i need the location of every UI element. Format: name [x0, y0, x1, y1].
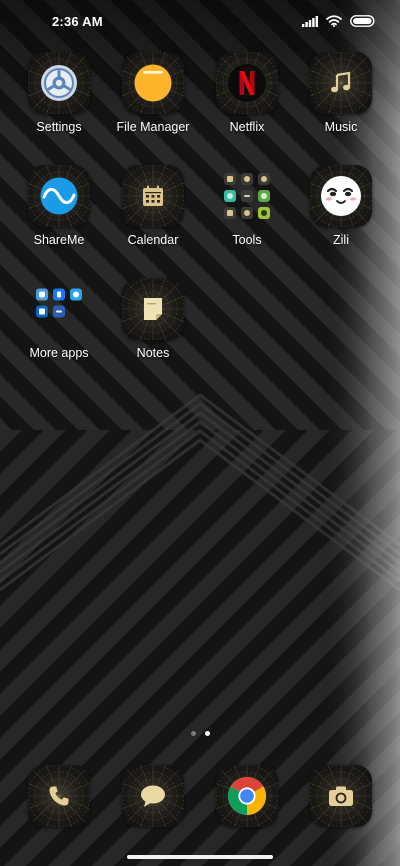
- app-tile: [122, 278, 184, 340]
- mini-app-icon: [241, 207, 253, 219]
- folder-more-apps[interactable]: More apps: [12, 278, 106, 391]
- mini-app-icon: [53, 288, 65, 301]
- app-music[interactable]: Music: [294, 52, 388, 165]
- dock-messages[interactable]: [106, 765, 200, 827]
- folder-preview-grid: [36, 288, 82, 318]
- mini-app-icon: [36, 288, 48, 301]
- folder-preview-grid: [224, 173, 270, 219]
- app-tile: [310, 165, 372, 227]
- phone-icon: [48, 785, 70, 807]
- dock-camera[interactable]: [294, 765, 388, 827]
- shareme-icon: [39, 176, 79, 216]
- settings-icon: [39, 63, 79, 103]
- app-label: Zili: [333, 233, 349, 247]
- signal-icon: [302, 15, 318, 27]
- app-tile: [122, 52, 184, 114]
- mini-app-icon: [53, 305, 65, 318]
- calendar-icon: [142, 185, 164, 207]
- battery-icon: [350, 15, 376, 27]
- folder-tile: [28, 278, 90, 340]
- status-time: 2:36 AM: [52, 14, 103, 29]
- app-tile: [310, 765, 372, 827]
- app-tile: [216, 765, 278, 827]
- message-bubble-icon: [140, 784, 166, 808]
- app-grid: Settings File Manager Netflix Music Shar…: [12, 52, 388, 391]
- folder-tools[interactable]: Tools: [200, 165, 294, 278]
- app-label: Calendar: [127, 233, 179, 247]
- app-tile: [28, 165, 90, 227]
- app-netflix[interactable]: Netflix: [200, 52, 294, 165]
- camera-icon: [328, 785, 354, 807]
- app-file-manager[interactable]: File Manager: [106, 52, 200, 165]
- app-label: File Manager: [116, 120, 190, 134]
- mini-app-icon: [241, 190, 253, 202]
- mini-app-icon: [224, 173, 236, 185]
- app-tile: [122, 165, 184, 227]
- app-label: Settings: [36, 120, 82, 134]
- page-indicator: [0, 731, 400, 736]
- app-tile: [28, 765, 90, 827]
- wifi-icon: [326, 15, 342, 27]
- dock: [12, 765, 388, 827]
- home-indicator[interactable]: [127, 855, 273, 859]
- app-label: Tools: [232, 233, 262, 247]
- app-settings[interactable]: Settings: [12, 52, 106, 165]
- app-zili[interactable]: Zili: [294, 165, 388, 278]
- zili-icon: [320, 175, 362, 217]
- dock-chrome[interactable]: [200, 765, 294, 827]
- app-label: Music: [324, 120, 358, 134]
- mini-app-icon: [36, 305, 48, 318]
- app-tile: [28, 52, 90, 114]
- mini-app-icon: [258, 207, 270, 219]
- notes-icon: [142, 296, 164, 322]
- app-tile: [122, 765, 184, 827]
- folder-tile: [216, 165, 278, 227]
- mini-app-icon: [224, 190, 236, 202]
- status-bar: 2:36 AM: [0, 0, 400, 44]
- dock-phone[interactable]: [12, 765, 106, 827]
- status-icons: [302, 15, 376, 27]
- mini-app-icon: [258, 173, 270, 185]
- app-label: ShareMe: [33, 233, 85, 247]
- app-tile: [216, 52, 278, 114]
- app-notes[interactable]: Notes: [106, 278, 200, 391]
- app-label: More apps: [29, 346, 89, 360]
- app-tile: [310, 52, 372, 114]
- page-dot-1[interactable]: [190, 731, 196, 736]
- mini-app-icon: [258, 190, 270, 202]
- mini-app-icon: [70, 288, 82, 301]
- netflix-icon: [227, 63, 267, 103]
- app-calendar[interactable]: Calendar: [106, 165, 200, 278]
- app-shareme[interactable]: ShareMe: [12, 165, 106, 278]
- app-label: Netflix: [229, 120, 265, 134]
- music-note-icon: [329, 71, 353, 95]
- mini-app-icon: [224, 207, 236, 219]
- mini-app-icon: [241, 173, 253, 185]
- page-dot-2[interactable]: [204, 731, 210, 736]
- file-manager-icon: [133, 63, 173, 103]
- chrome-icon: [227, 776, 267, 816]
- app-label: Notes: [136, 346, 170, 360]
